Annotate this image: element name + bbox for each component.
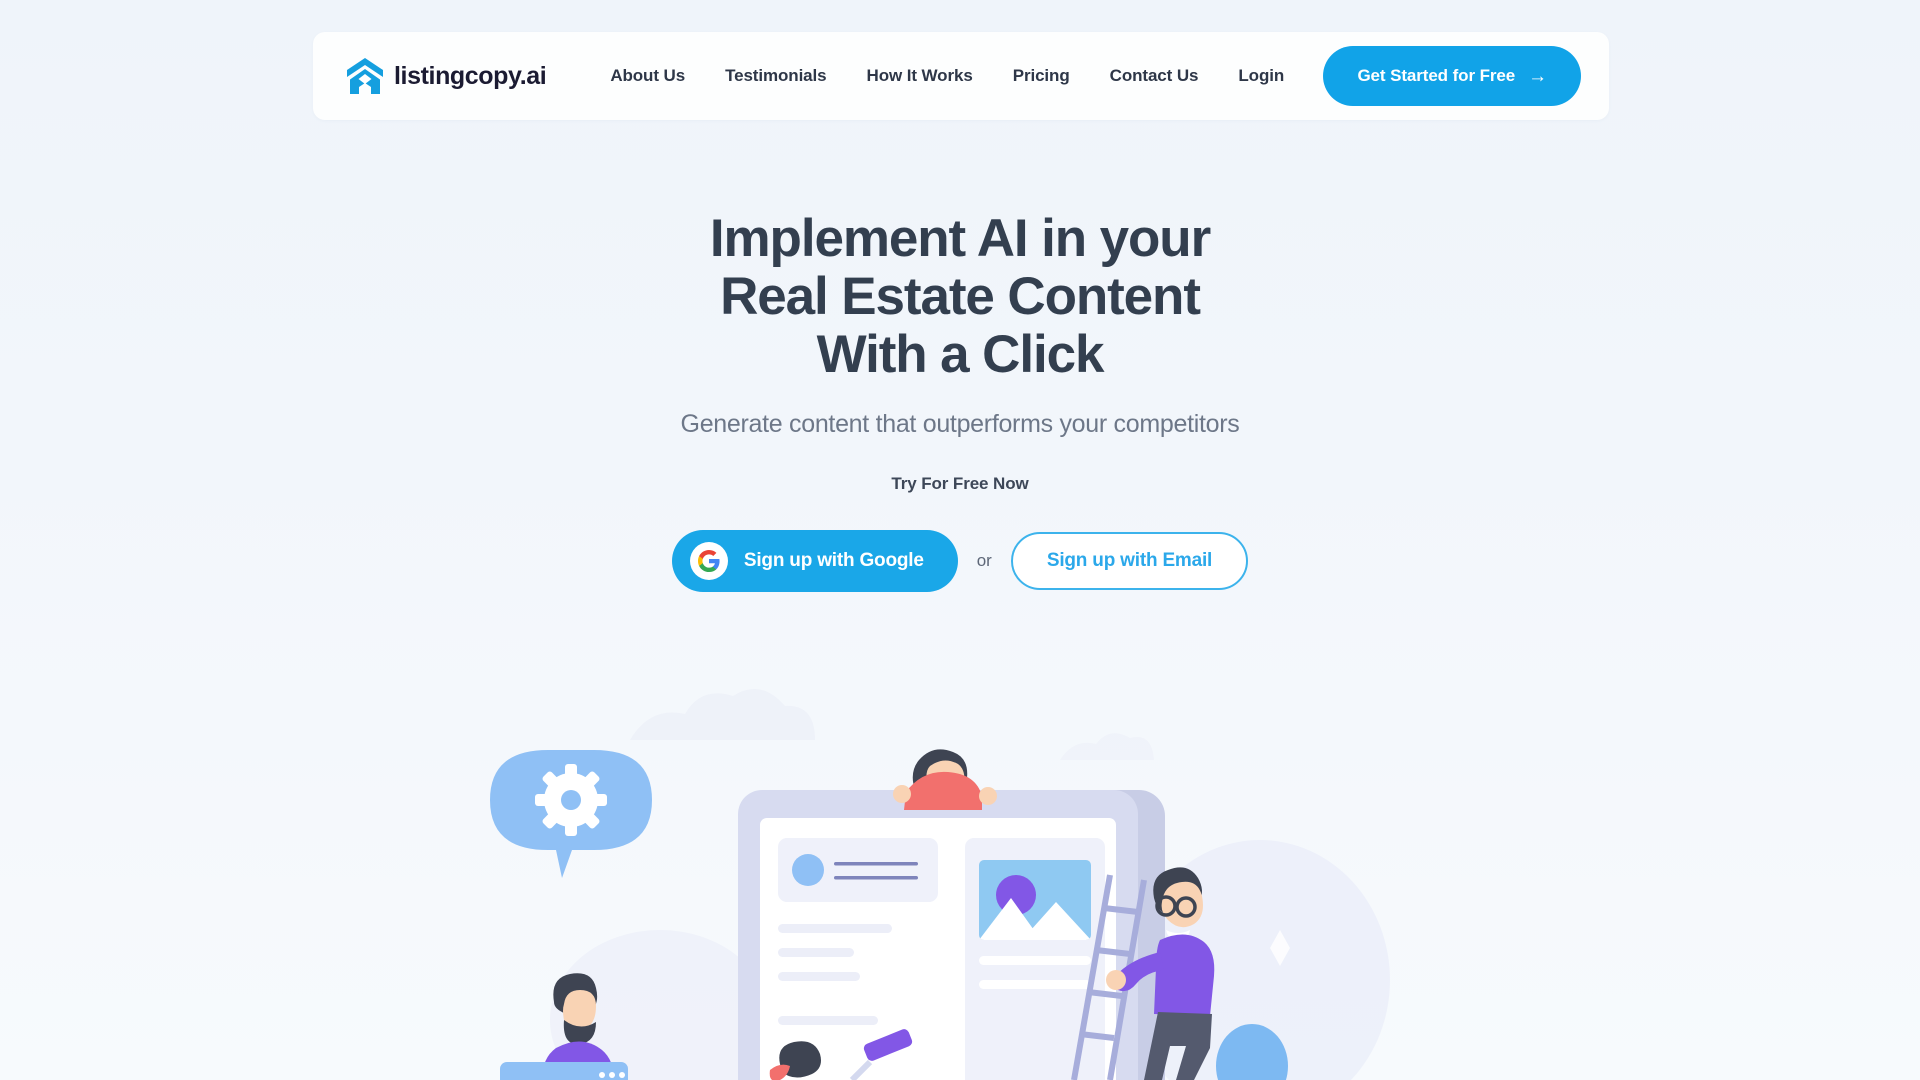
nav-about-us[interactable]: About Us bbox=[610, 66, 685, 86]
gear-speech-bubble bbox=[490, 750, 652, 878]
google-button-label: Sign up with Google bbox=[743, 550, 924, 571]
site-header: listingcopy.ai About Us Testimonials How… bbox=[313, 32, 1609, 120]
image-card-mountains bbox=[965, 838, 1105, 1080]
nav-login[interactable]: Login bbox=[1238, 66, 1284, 86]
arrow-right-icon: → bbox=[1528, 65, 1547, 87]
heading-line-1: Implement AI in your bbox=[709, 209, 1211, 268]
heading-line-2: Real Estate Content bbox=[720, 267, 1201, 326]
hero-section: Implement AI in your Real Estate Content… bbox=[0, 210, 1920, 592]
nav-how-it-works[interactable]: How It Works bbox=[867, 66, 973, 86]
signup-buttons-row: Sign up with Google or Sign up with Emai… bbox=[0, 530, 1920, 592]
hero-illustration-svg bbox=[490, 688, 1390, 1080]
get-started-label: Get Started for Free bbox=[1357, 66, 1516, 85]
sign-up-with-email-button[interactable]: Sign up with Email bbox=[1010, 532, 1249, 590]
hero-illustration bbox=[0, 680, 1920, 1080]
or-separator: or bbox=[976, 551, 992, 570]
nav-contact-us[interactable]: Contact Us bbox=[1110, 66, 1199, 86]
main-navigation: About Us Testimonials How It Works Prici… bbox=[610, 66, 1323, 86]
gear-icon bbox=[535, 764, 607, 836]
hero-subheading: Generate content that outperforms your c… bbox=[680, 410, 1240, 438]
get-started-button[interactable]: Get Started for Free → bbox=[1323, 46, 1581, 106]
nav-testimonials[interactable]: Testimonials bbox=[725, 66, 827, 86]
landing-page: listingcopy.ai About Us Testimonials How… bbox=[0, 0, 1920, 1080]
try-for-free-label: Try For Free Now bbox=[891, 474, 1029, 493]
clouds bbox=[630, 688, 1154, 760]
laptop-base bbox=[500, 1062, 628, 1080]
google-g-icon bbox=[689, 542, 728, 580]
heading-line-3: With a Click bbox=[816, 325, 1105, 384]
house-logo-icon bbox=[347, 58, 383, 94]
page-title: Implement AI in your Real Estate Content… bbox=[0, 210, 1920, 384]
sign-up-with-google-button[interactable]: Sign up with Google bbox=[671, 530, 958, 592]
brand-name: listingcopy.ai bbox=[394, 61, 547, 90]
brand-logo[interactable]: listingcopy.ai bbox=[345, 56, 547, 96]
nav-pricing[interactable]: Pricing bbox=[1013, 66, 1070, 86]
person-red-shirt bbox=[893, 749, 997, 810]
